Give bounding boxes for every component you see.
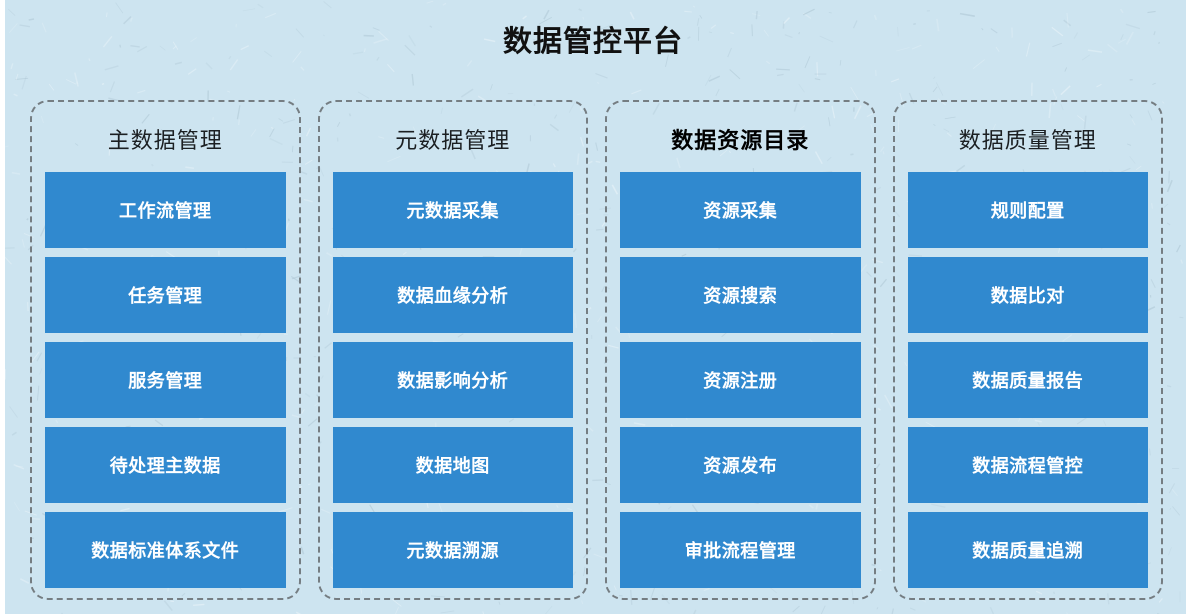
tile-item[interactable]: 工作流管理 xyxy=(45,172,286,248)
tile-item[interactable]: 数据比对 xyxy=(907,257,1148,333)
column-header: 元数据管理 xyxy=(395,128,511,153)
tile-item[interactable]: 规则配置 xyxy=(907,172,1148,248)
column-header: 主数据管理 xyxy=(107,128,223,153)
tile-list: 规则配置 数据比对 数据质量报告 数据流程管控 数据质量追溯 xyxy=(907,172,1148,588)
tile-item[interactable]: 数据血缘分析 xyxy=(332,257,573,333)
column-resource-catalog[interactable]: 数据资源目录 资源采集 资源搜索 资源注册 资源发布 审批流程管理 xyxy=(605,100,876,600)
page-title: 数据管控平台 xyxy=(502,26,683,58)
tile-item[interactable]: 资源注册 xyxy=(620,342,861,418)
tile-item[interactable]: 元数据采集 xyxy=(332,172,573,248)
column-header: 数据资源目录 xyxy=(671,128,810,153)
tile-list: 工作流管理 任务管理 服务管理 待处理主数据 数据标准体系文件 xyxy=(45,172,286,588)
tile-item[interactable]: 数据标准体系文件 xyxy=(45,512,286,588)
tile-item[interactable]: 待处理主数据 xyxy=(45,427,286,503)
tile-item[interactable]: 数据质量追溯 xyxy=(907,512,1148,588)
tile-item[interactable]: 数据影响分析 xyxy=(332,342,573,418)
column-metadata[interactable]: 元数据管理 元数据采集 数据血缘分析 数据影响分析 数据地图 元数据溯源 xyxy=(317,100,588,600)
left-edge-strip xyxy=(0,0,5,614)
tile-list: 资源采集 资源搜索 资源注册 资源发布 审批流程管理 xyxy=(620,172,861,588)
tile-item[interactable]: 资源搜索 xyxy=(620,257,861,333)
tile-item[interactable]: 任务管理 xyxy=(45,257,286,333)
column-data-quality[interactable]: 数据质量管理 规则配置 数据比对 数据质量报告 数据流程管控 数据质量追溯 xyxy=(892,100,1163,600)
column-container: 主数据管理 工作流管理 任务管理 服务管理 待处理主数据 数据标准体系文件 元数… xyxy=(30,100,1163,600)
tile-item[interactable]: 元数据溯源 xyxy=(332,512,573,588)
tile-item[interactable]: 审批流程管理 xyxy=(620,512,861,588)
tile-item[interactable]: 数据地图 xyxy=(332,427,573,503)
data-governance-platform-diagram: 数据管控平台 主数据管理 工作流管理 任务管理 服务管理 待处理主数据 数据标准… xyxy=(0,0,1186,614)
column-header: 数据质量管理 xyxy=(958,128,1097,153)
tile-item[interactable]: 数据流程管控 xyxy=(907,427,1148,503)
tile-list: 元数据采集 数据血缘分析 数据影响分析 数据地图 元数据溯源 xyxy=(332,172,573,588)
tile-item[interactable]: 服务管理 xyxy=(45,342,286,418)
column-master-data[interactable]: 主数据管理 工作流管理 任务管理 服务管理 待处理主数据 数据标准体系文件 xyxy=(30,100,301,600)
tile-item[interactable]: 数据质量报告 xyxy=(907,342,1148,418)
tile-item[interactable]: 资源发布 xyxy=(620,427,861,503)
tile-item[interactable]: 资源采集 xyxy=(620,172,861,248)
